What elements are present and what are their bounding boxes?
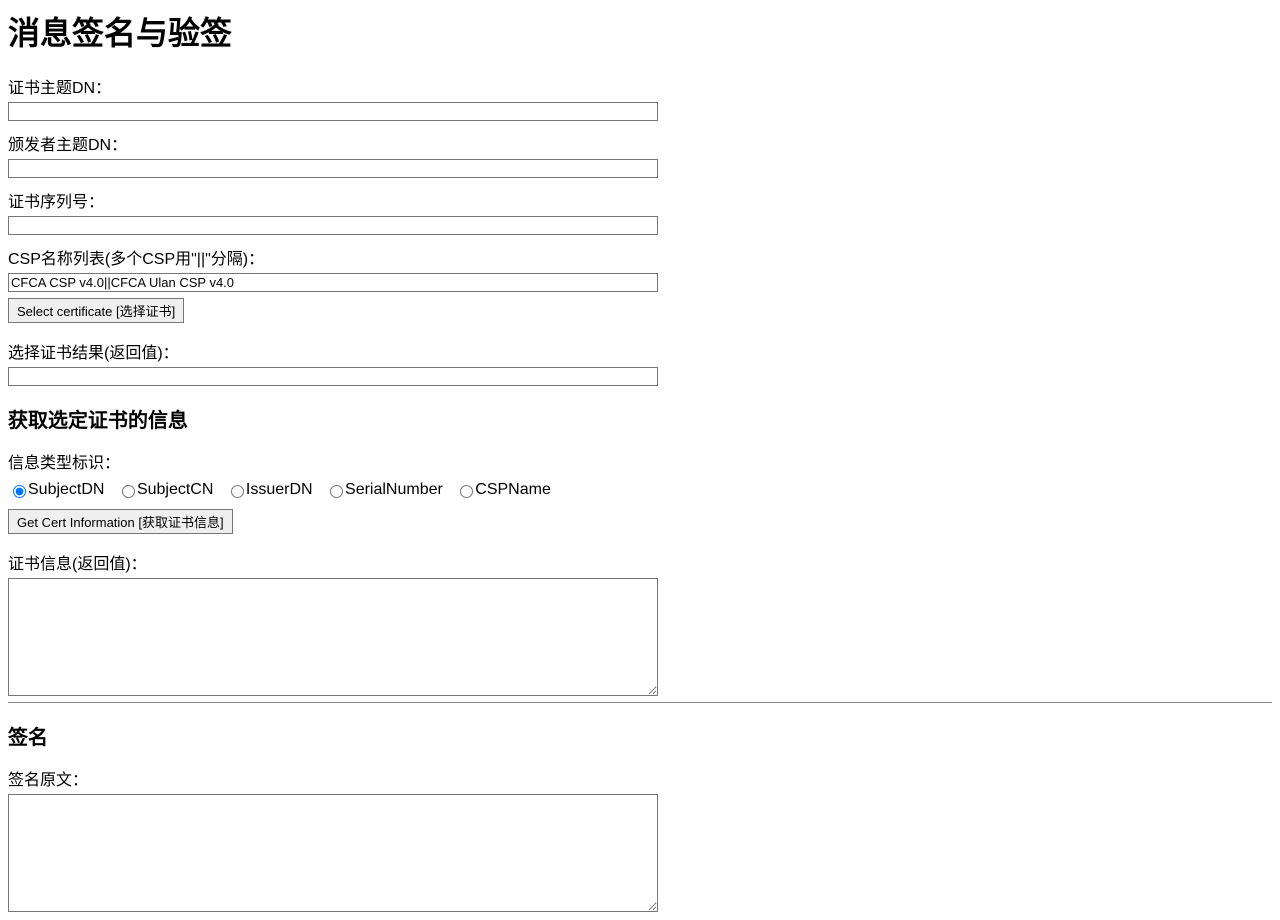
radio-subject-cn-text: SubjectCN: [137, 481, 213, 498]
radio-subject-dn[interactable]: [13, 485, 26, 498]
cert-info-result-textarea[interactable]: [8, 578, 658, 696]
radio-issuer-dn-label[interactable]: IssuerDN: [226, 481, 313, 498]
sign-source-textarea[interactable]: [8, 794, 658, 912]
radio-serial-number[interactable]: [330, 485, 343, 498]
radio-csp-name-text: CSPName: [475, 481, 551, 498]
info-type-radio-group: SubjectDN SubjectCN IssuerDN SerialNumbe…: [8, 481, 1272, 499]
csp-list-input[interactable]: [8, 273, 658, 292]
radio-issuer-dn-text: IssuerDN: [246, 481, 313, 498]
radio-subject-cn[interactable]: [122, 485, 135, 498]
sign-heading: 签名: [8, 721, 1272, 750]
divider: [8, 702, 1272, 703]
radio-subject-cn-label[interactable]: SubjectCN: [117, 481, 213, 498]
select-cert-result-label: 选择证书结果(返回值)：: [8, 339, 1272, 363]
radio-csp-name[interactable]: [460, 485, 473, 498]
cert-info-result-label: 证书信息(返回值)：: [8, 550, 1272, 574]
radio-subject-dn-text: SubjectDN: [28, 481, 104, 498]
cert-info-heading: 获取选定证书的信息: [8, 404, 1272, 433]
radio-csp-name-label[interactable]: CSPName: [455, 481, 551, 498]
radio-serial-number-text: SerialNumber: [345, 481, 443, 498]
cert-subject-dn-input[interactable]: [8, 102, 658, 121]
radio-issuer-dn[interactable]: [231, 485, 244, 498]
cert-serial-input[interactable]: [8, 216, 658, 235]
cert-serial-label: 证书序列号：: [8, 188, 1272, 212]
cert-subject-dn-label: 证书主题DN：: [8, 74, 1272, 98]
radio-serial-number-label[interactable]: SerialNumber: [325, 481, 443, 498]
issuer-subject-dn-label: 颁发者主题DN：: [8, 131, 1272, 155]
sign-source-label: 签名原文：: [8, 766, 1272, 790]
csp-list-label: CSP名称列表(多个CSP用"||"分隔)：: [8, 245, 1272, 269]
select-cert-result-input[interactable]: [8, 367, 658, 386]
get-cert-info-button[interactable]: Get Cert Information [获取证书信息]: [8, 509, 233, 534]
issuer-subject-dn-input[interactable]: [8, 159, 658, 178]
select-certificate-button[interactable]: Select certificate [选择证书]: [8, 298, 184, 323]
info-type-label: 信息类型标识：: [8, 449, 1272, 473]
page-title: 消息签名与验签: [8, 8, 1272, 54]
radio-subject-dn-label[interactable]: SubjectDN: [8, 481, 104, 498]
